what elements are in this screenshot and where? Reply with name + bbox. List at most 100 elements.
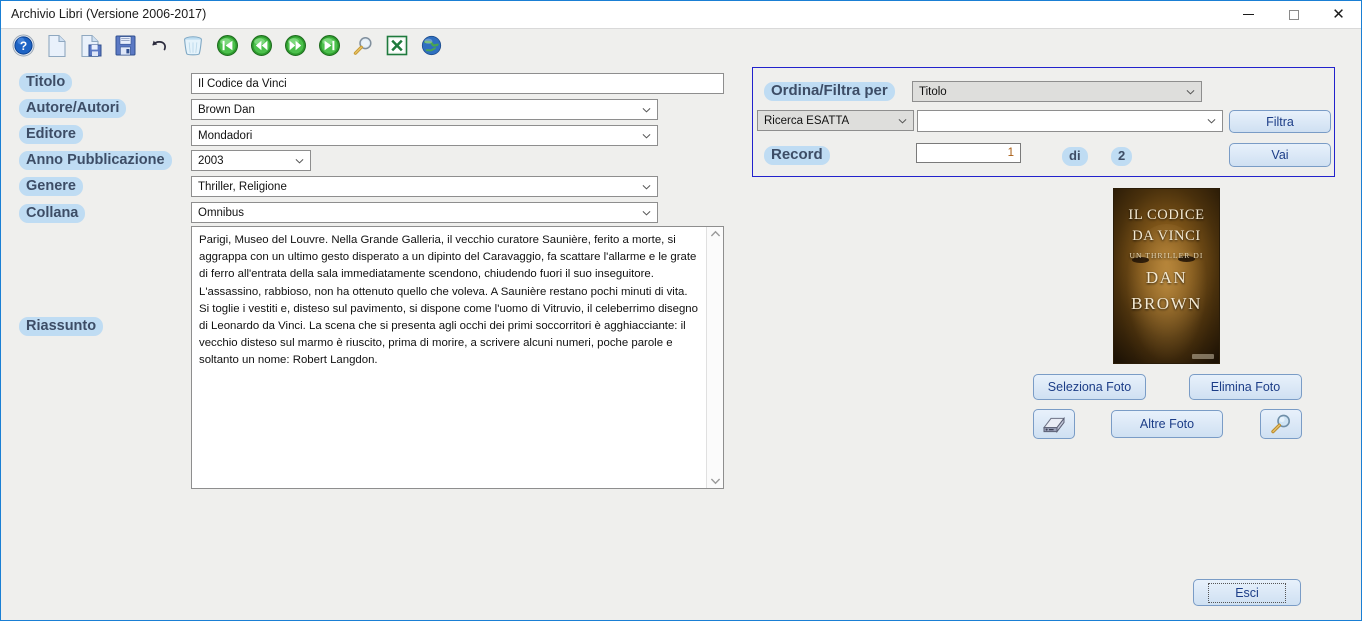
maximize-icon xyxy=(1288,9,1299,20)
toolbar: ? xyxy=(1,29,1361,62)
next-record-button[interactable] xyxy=(278,29,312,63)
collana-label: Collana xyxy=(19,204,86,223)
next-record-icon xyxy=(284,35,306,56)
save-as-button[interactable] xyxy=(74,29,108,63)
sort-field-combobox[interactable]: Titolo xyxy=(912,81,1202,102)
web-globe-button[interactable] xyxy=(414,29,448,63)
elimina-foto-button[interactable]: Elimina Foto xyxy=(1189,374,1302,400)
autore-value: Brown Dan xyxy=(198,104,255,116)
first-record-icon xyxy=(216,35,238,56)
editore-value: Mondadori xyxy=(198,130,253,142)
window-controls: ✕ xyxy=(1226,1,1361,28)
riassunto-text: Parigi, Museo del Louvre. Nella Grande G… xyxy=(199,234,698,367)
riassunto-textarea[interactable]: Parigi, Museo del Louvre. Nella Grande G… xyxy=(191,226,724,489)
esci-button[interactable]: Esci xyxy=(1193,579,1301,606)
vai-button[interactable]: Vai xyxy=(1229,143,1331,167)
delete-trash-icon xyxy=(184,35,202,55)
magnifier-icon xyxy=(1271,414,1290,434)
minimize-icon xyxy=(1243,14,1254,15)
record-label: Record xyxy=(764,146,830,165)
filtra-button[interactable]: Filtra xyxy=(1229,110,1331,133)
save-icon xyxy=(115,35,135,56)
zoom-photo-button[interactable] xyxy=(1260,409,1302,439)
collana-combobox[interactable]: Omnibus xyxy=(191,202,658,223)
maximize-button[interactable] xyxy=(1271,1,1316,28)
search-button[interactable] xyxy=(346,29,380,63)
anno-value: 2003 xyxy=(198,155,224,167)
excel-export-button[interactable] xyxy=(380,29,414,63)
record-label-wrap: Record xyxy=(764,146,830,165)
genere-label-wrap: Genere xyxy=(19,177,83,196)
altre-foto-button[interactable]: Altre Foto xyxy=(1111,410,1223,438)
record-current-input[interactable]: 1 xyxy=(916,143,1021,163)
sort-field-value: Titolo xyxy=(919,86,947,98)
undo-button[interactable] xyxy=(142,29,176,63)
previous-record-button[interactable] xyxy=(244,29,278,63)
close-button[interactable]: ✕ xyxy=(1316,1,1361,28)
save-button[interactable] xyxy=(108,29,142,63)
help-button[interactable]: ? xyxy=(6,29,40,63)
titolo-label: Titolo xyxy=(19,73,73,92)
cover-publisher-logo xyxy=(1192,354,1214,359)
riassunto-scrollbar[interactable] xyxy=(706,227,723,488)
autore-label: Autore/Autori xyxy=(19,99,127,118)
cover-title-line2: DA VINCI xyxy=(1132,228,1201,244)
titolo-input[interactable]: Il Codice da Vinci xyxy=(191,73,724,94)
application-window: Archivio Libri (Versione 2006-2017) ✕ ? xyxy=(0,0,1362,621)
riassunto-label: Riassunto xyxy=(19,317,104,336)
editore-combobox[interactable]: Mondadori xyxy=(191,125,658,146)
chevron-down-icon xyxy=(642,184,651,189)
first-record-button[interactable] xyxy=(210,29,244,63)
titolo-label-wrap: Titolo xyxy=(19,73,73,92)
minimize-button[interactable] xyxy=(1226,1,1271,28)
scroll-down-icon[interactable] xyxy=(710,477,721,485)
chevron-down-icon xyxy=(642,133,651,138)
genere-value: Thriller, Religione xyxy=(198,181,287,193)
record-total-label: 2 xyxy=(1111,147,1133,166)
anno-label: Anno Pubblicazione xyxy=(19,151,172,170)
chevron-down-icon xyxy=(1186,89,1195,94)
last-record-button[interactable] xyxy=(312,29,346,63)
record-of-wrap: di xyxy=(1062,147,1088,166)
collana-value: Omnibus xyxy=(198,207,245,219)
search-magnifier-icon xyxy=(353,36,372,55)
help-icon: ? xyxy=(12,34,34,57)
sort-label-wrap: Ordina/Filtra per xyxy=(764,82,895,101)
riassunto-label-wrap: Riassunto xyxy=(19,317,104,336)
new-document-button[interactable] xyxy=(40,29,74,63)
autore-label-wrap: Autore/Autori xyxy=(19,99,127,118)
svg-text:?: ? xyxy=(19,39,26,53)
chevron-down-icon xyxy=(642,107,651,112)
anno-label-wrap: Anno Pubblicazione xyxy=(19,151,172,170)
undo-icon xyxy=(152,40,166,50)
previous-record-icon xyxy=(250,35,272,56)
match-mode-value: Ricerca ESATTA xyxy=(764,115,850,127)
window-title: Archivio Libri (Versione 2006-2017) xyxy=(11,7,207,21)
book-cover-image[interactable]: IL CODICE DA VINCI UN THRILLER DI DAN BR… xyxy=(1113,188,1220,364)
cover-author-first: DAN xyxy=(1145,268,1188,287)
anno-combobox[interactable]: 2003 xyxy=(191,150,311,171)
scan-photo-button[interactable] xyxy=(1033,409,1075,439)
chevron-down-icon xyxy=(295,158,304,163)
delete-button[interactable] xyxy=(176,29,210,63)
genere-combobox[interactable]: Thriller, Religione xyxy=(191,176,658,197)
chevron-down-icon xyxy=(1207,119,1216,124)
scroll-up-icon[interactable] xyxy=(710,230,721,238)
save-as-icon xyxy=(80,34,101,57)
web-globe-icon xyxy=(421,35,441,56)
chevron-down-icon xyxy=(642,210,651,215)
collana-label-wrap: Collana xyxy=(19,204,86,223)
esci-label: Esci xyxy=(1208,582,1286,603)
autore-combobox[interactable]: Brown Dan xyxy=(191,99,658,120)
book-form: Titolo Il Codice da Vinci Autore/Autori … xyxy=(1,62,741,489)
match-mode-combobox[interactable]: Ricerca ESATTA xyxy=(757,110,914,131)
close-icon: ✕ xyxy=(1332,5,1345,23)
editore-label-wrap: Editore xyxy=(19,125,83,144)
filter-panel: Ordina/Filtra per Titolo Ricerca ESATTA … xyxy=(752,67,1335,177)
new-document-icon xyxy=(48,34,66,57)
seleziona-foto-button[interactable]: Seleziona Foto xyxy=(1033,374,1146,400)
ordina-filtra-label: Ordina/Filtra per xyxy=(764,82,895,101)
search-value-combobox[interactable] xyxy=(917,110,1223,132)
record-of-label: di xyxy=(1062,147,1088,166)
title-bar: Archivio Libri (Versione 2006-2017) ✕ xyxy=(1,1,1361,29)
